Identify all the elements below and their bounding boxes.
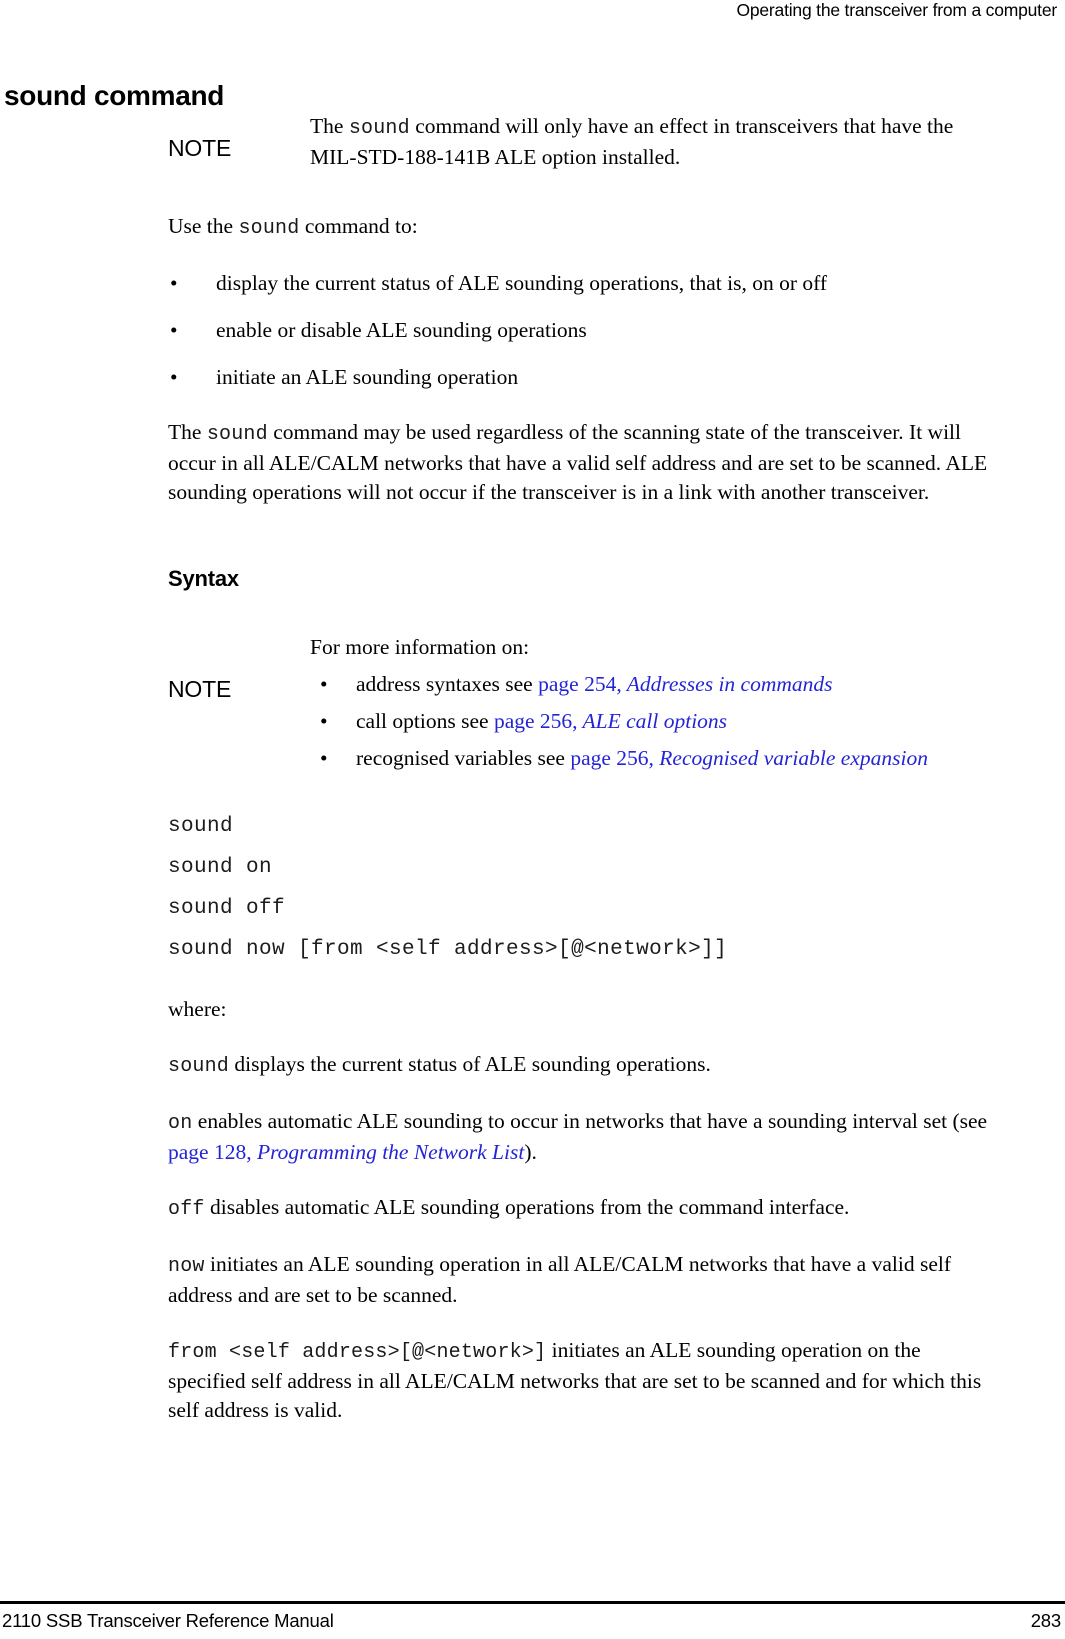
where-entry: off disables automatic ALE sounding oper… bbox=[168, 1193, 1000, 1224]
intro-lead-prefix: Use the bbox=[168, 214, 239, 238]
syntax-line: sound bbox=[168, 815, 234, 838]
where-entry-desc: enables automatic ALE sounding to occur … bbox=[192, 1109, 988, 1133]
note-block-ale-option: NOTE The sound command will only have an… bbox=[168, 112, 1000, 172]
syntax-line: sound on bbox=[168, 856, 273, 879]
list-item-label: call options see bbox=[356, 709, 494, 733]
inline-code-sound: sound bbox=[348, 117, 410, 140]
bullet-marker-icon: • bbox=[170, 271, 178, 295]
where-entry-desc: initiates an ALE sounding operation in a… bbox=[168, 1252, 951, 1307]
inline-code-sound: sound bbox=[238, 217, 300, 240]
note-body: The sound command will only have an effe… bbox=[310, 112, 1000, 172]
bullet-marker-icon: • bbox=[170, 318, 178, 342]
inline-code-keyword: off bbox=[168, 1198, 205, 1221]
bullet-marker-icon: • bbox=[170, 365, 178, 389]
list-item: • address syntaxes see page 254, Addresse… bbox=[310, 670, 1000, 699]
bullet-marker-icon: • bbox=[320, 672, 328, 696]
footer-page-number: 283 bbox=[1030, 1610, 1061, 1631]
intro-body-prefix: The bbox=[168, 420, 207, 444]
cross-reference-link-title[interactable]: Recognised variable expansion bbox=[654, 746, 928, 770]
syntax-line: sound now [from <self address>[@<network… bbox=[168, 938, 728, 961]
note-text: The sound command will only have an effe… bbox=[310, 112, 1000, 172]
cross-reference-link-title[interactable]: ALE call options bbox=[578, 709, 728, 733]
inline-code-keyword: now bbox=[168, 1255, 205, 1278]
where-label: where: bbox=[168, 997, 227, 1021]
footer-divider bbox=[0, 1601, 1065, 1604]
list-item: • call options see page 256, ALE call opt… bbox=[310, 707, 1000, 736]
inline-code-keyword: sound bbox=[168, 1055, 230, 1078]
note-block-more-information: NOTE For more information on: • address s… bbox=[168, 633, 1000, 773]
document-page: Operating the transceiver from a compute… bbox=[0, 0, 1065, 1639]
intro-bullet-list: • display the current status of ALE sound… bbox=[168, 269, 1000, 392]
note-lead-text: For more information on: bbox=[310, 635, 530, 659]
where-entry: sound displays the current status of ALE… bbox=[168, 1050, 1000, 1081]
bullet-marker-icon: • bbox=[320, 709, 328, 733]
note-text-lead: The bbox=[310, 114, 349, 138]
note-label: NOTE bbox=[168, 676, 232, 702]
syntax-line: sound off bbox=[168, 897, 286, 920]
list-item-label: address syntaxes see bbox=[356, 672, 539, 696]
inline-code-keyword: from <self address>[@<network>] bbox=[168, 1341, 547, 1364]
inline-code-keyword: on bbox=[168, 1112, 193, 1135]
list-item-label: recognised variables see bbox=[356, 746, 571, 770]
cross-reference-link[interactable]: page 254, bbox=[538, 672, 622, 696]
cross-reference-link[interactable]: page 256, bbox=[570, 746, 654, 770]
inline-code-sound: sound bbox=[206, 423, 268, 446]
where-entry-desc: displays the current status of ALE sound… bbox=[229, 1052, 711, 1076]
bullet-marker-icon: • bbox=[320, 746, 328, 770]
note-label: NOTE bbox=[168, 135, 232, 161]
where-definitions: sound displays the current status of ALE… bbox=[168, 1050, 1000, 1425]
page-title: sound command bbox=[4, 79, 225, 111]
where-entry-desc-tail: ). bbox=[524, 1140, 537, 1164]
intro-body-paragraph: The sound command may be used regardless… bbox=[168, 418, 1000, 507]
cross-reference-link-title[interactable]: Addresses in commands bbox=[622, 672, 833, 696]
running-header: Operating the transceiver from a compute… bbox=[736, 0, 1057, 20]
list-item: • initiate an ALE sounding operation bbox=[168, 363, 1000, 392]
page-content: NOTE The sound command will only have an… bbox=[168, 112, 1000, 1425]
where-entry-desc: disables automatic ALE sounding operatio… bbox=[204, 1195, 850, 1219]
where-entry: now initiates an ALE sounding operation … bbox=[168, 1250, 1000, 1310]
cross-reference-link[interactable]: page 256, bbox=[494, 709, 578, 733]
section-heading-syntax: Syntax bbox=[168, 566, 239, 591]
list-item: • display the current status of ALE sound… bbox=[168, 269, 1000, 298]
intro-lead-suffix: command to: bbox=[299, 214, 418, 238]
page-footer: 2110 SSB Transceiver Reference Manual 28… bbox=[2, 1609, 1061, 1633]
intro-lead-paragraph: Use the sound command to: bbox=[168, 212, 1000, 243]
list-item-label: initiate an ALE sounding operation bbox=[216, 365, 519, 389]
intro-body-suffix: command may be used regardless of the sc… bbox=[168, 420, 988, 504]
note-body: For more information on: • address syntax… bbox=[310, 633, 1000, 773]
footer-manual-title: 2110 SSB Transceiver Reference Manual bbox=[2, 1610, 334, 1631]
syntax-block: sound sound on sound off sound now [from… bbox=[168, 813, 1000, 964]
list-item-label: display the current status of ALE soundi… bbox=[216, 271, 828, 295]
cross-reference-link-title[interactable]: Programming the Network List bbox=[252, 1140, 524, 1164]
where-entry: on enables automatic ALE sounding to occ… bbox=[168, 1107, 1000, 1167]
cross-reference-link[interactable]: page 128, bbox=[168, 1140, 252, 1164]
list-item: • enable or disable ALE sounding operatio… bbox=[168, 316, 1000, 345]
note-bullet-list: • address syntaxes see page 254, Addresse… bbox=[310, 670, 1000, 773]
where-entry: from <self address>[@<network>] initiate… bbox=[168, 1336, 1000, 1425]
list-item-label: enable or disable ALE sounding operation… bbox=[216, 318, 587, 342]
list-item: • recognised variables see page 256, Reco… bbox=[310, 744, 1000, 773]
